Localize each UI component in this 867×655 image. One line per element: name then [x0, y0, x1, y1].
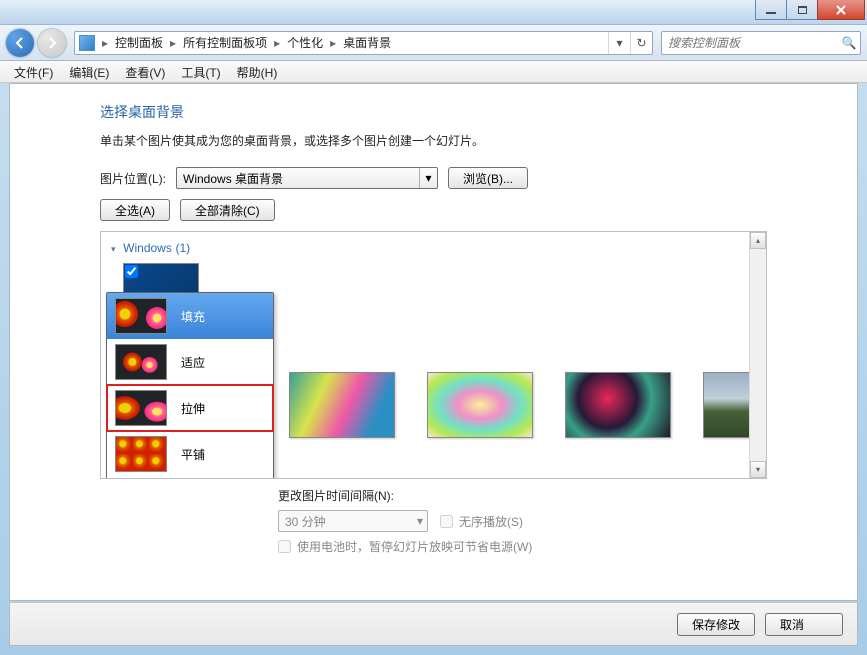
- nav-bar: ▸ 控制面板 ▸ 所有控制面板项 ▸ 个性化 ▸ 桌面背景 ▾ ↻ 🔍: [0, 25, 867, 61]
- fit-options-menu: 填充 适应 拉伸 平铺 居中: [106, 292, 274, 478]
- location-icon: [79, 35, 95, 51]
- chevron-right-icon[interactable]: ▸: [271, 36, 283, 50]
- pic-location-value: Windows 桌面背景: [183, 170, 283, 187]
- fit-option-label: 填充: [181, 308, 205, 325]
- wallpaper-list: ▾ Windows (1) 填充 适应 拉伸: [100, 231, 767, 479]
- menu-view[interactable]: 查看(V): [117, 61, 173, 82]
- title-bar: [0, 0, 867, 25]
- scrollbar[interactable]: ▴ ▾: [749, 232, 766, 478]
- search-input[interactable]: [662, 36, 838, 50]
- menu-bar: 文件(F) 编辑(E) 查看(V) 工具(T) 帮助(H): [0, 61, 867, 83]
- interval-combo[interactable]: 30 分钟 ▾: [278, 510, 428, 532]
- footer-bar: 保存修改 取消: [9, 602, 858, 646]
- fit-option-center[interactable]: 居中: [107, 477, 273, 478]
- crumb-desktop-bg[interactable]: 桌面背景: [339, 34, 395, 51]
- crumb-control-panel[interactable]: 控制面板: [111, 34, 167, 51]
- shuffle-checkbox[interactable]: 无序播放(S): [440, 513, 523, 530]
- minimize-button[interactable]: [755, 0, 787, 20]
- pic-location-combo[interactable]: Windows 桌面背景 ▾: [176, 167, 438, 189]
- lower-controls: 更改图片时间间隔(N): 30 分钟 ▾ 无序播放(S) 使用电池时，暂停幻灯片…: [100, 487, 767, 555]
- battery-input[interactable]: [278, 540, 291, 553]
- chevron-down-icon: ▾: [417, 514, 423, 528]
- fit-option-label: 适应: [181, 354, 205, 371]
- interval-value: 30 分钟: [285, 513, 326, 530]
- wallpaper-thumbnail[interactable]: [703, 372, 749, 438]
- search-icon[interactable]: 🔍: [838, 36, 860, 50]
- chevron-right-icon[interactable]: ▸: [99, 36, 111, 50]
- clear-all-button[interactable]: 全部清除(C): [180, 199, 275, 221]
- interval-label: 更改图片时间间隔(N):: [278, 487, 767, 504]
- fit-option-fill[interactable]: 填充: [107, 293, 273, 339]
- scroll-down-button[interactable]: ▾: [750, 461, 766, 478]
- group-header-windows[interactable]: ▾ Windows (1): [111, 240, 739, 255]
- wallpaper-checkbox[interactable]: [125, 265, 138, 278]
- browse-button[interactable]: 浏览(B)...: [448, 167, 528, 189]
- shuffle-input[interactable]: [440, 515, 453, 528]
- fit-option-label: 平铺: [181, 446, 205, 463]
- chevron-right-icon[interactable]: ▸: [327, 36, 339, 50]
- crumb-all-items[interactable]: 所有控制面板项: [179, 34, 271, 51]
- refresh-button[interactable]: ↻: [630, 32, 652, 54]
- group-count: (1): [175, 241, 190, 255]
- wallpaper-thumbnails-row: [289, 372, 749, 438]
- search-box[interactable]: 🔍: [661, 31, 861, 55]
- fit-option-stretch[interactable]: 拉伸: [107, 385, 273, 431]
- wallpaper-thumbnail[interactable]: [565, 372, 671, 438]
- battery-checkbox[interactable]: 使用电池时，暂停幻灯片放映可节省电源(W): [278, 538, 767, 555]
- page-heading: 选择桌面背景: [100, 102, 767, 122]
- chevron-down-icon: ▾: [419, 168, 437, 188]
- location-dropdown-button[interactable]: ▾: [608, 32, 630, 54]
- pic-location-label: 图片位置(L):: [100, 170, 166, 187]
- wallpaper-thumbnail[interactable]: [427, 372, 533, 438]
- crumb-personalization[interactable]: 个性化: [283, 34, 327, 51]
- location-bar[interactable]: ▸ 控制面板 ▸ 所有控制面板项 ▸ 个性化 ▸ 桌面背景 ▾ ↻: [74, 31, 653, 55]
- fit-option-contain[interactable]: 适应: [107, 339, 273, 385]
- menu-tools[interactable]: 工具(T): [173, 61, 228, 82]
- cancel-button[interactable]: 取消: [765, 613, 843, 636]
- menu-file[interactable]: 文件(F): [6, 61, 61, 82]
- collapse-triangle-icon: ▾: [111, 244, 116, 255]
- maximize-button[interactable]: [786, 0, 818, 20]
- fit-option-tile[interactable]: 平铺: [107, 431, 273, 477]
- back-button[interactable]: [6, 29, 34, 57]
- menu-edit[interactable]: 编辑(E): [61, 61, 117, 82]
- page-subheading: 单击某个图片使其成为您的桌面背景，或选择多个图片创建一个幻灯片。: [100, 132, 767, 149]
- shuffle-label: 无序播放(S): [459, 513, 523, 530]
- battery-label: 使用电池时，暂停幻灯片放映可节省电源(W): [297, 538, 532, 555]
- save-button[interactable]: 保存修改: [677, 613, 755, 636]
- fit-option-label: 拉伸: [181, 400, 205, 417]
- scroll-up-button[interactable]: ▴: [750, 232, 766, 249]
- forward-button[interactable]: [38, 29, 66, 57]
- content-area: 选择桌面背景 单击某个图片使其成为您的桌面背景，或选择多个图片创建一个幻灯片。 …: [9, 83, 858, 601]
- wallpaper-thumbnail[interactable]: [289, 372, 395, 438]
- close-button[interactable]: [817, 0, 865, 20]
- chevron-right-icon[interactable]: ▸: [167, 36, 179, 50]
- scroll-track[interactable]: [750, 249, 766, 461]
- window-buttons: [756, 0, 865, 20]
- group-name: Windows: [123, 241, 172, 255]
- select-all-button[interactable]: 全选(A): [100, 199, 170, 221]
- menu-help[interactable]: 帮助(H): [229, 61, 286, 82]
